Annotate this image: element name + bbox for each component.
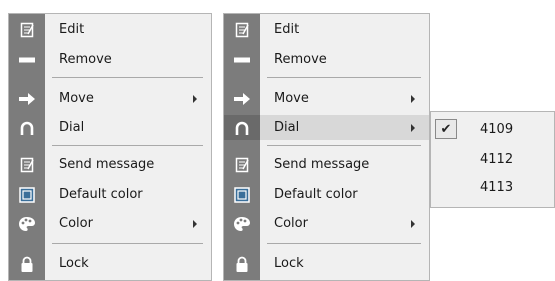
menu-item-edit[interactable]: Edit — [224, 17, 429, 42]
menu-separator — [267, 77, 421, 78]
lock-icon — [9, 251, 45, 276]
dial-submenu: ✔ 4109 4112 4113 — [430, 111, 555, 208]
menu-item-label: Dial — [59, 120, 85, 135]
menu-item-label: Default color — [274, 187, 358, 202]
submenu-item-4109[interactable]: ✔ 4109 — [431, 114, 554, 144]
menu-item-label: Lock — [59, 256, 89, 271]
menu-item-label: Edit — [274, 22, 300, 37]
edit-icon — [224, 17, 260, 42]
menu-item-label: Remove — [59, 52, 112, 67]
menu-item-default-color[interactable]: Default color — [9, 182, 211, 207]
submenu-item-label: 4109 — [480, 121, 514, 137]
dial-icon — [9, 115, 45, 140]
submenu-item-label: 4113 — [480, 179, 514, 195]
submenu-arrow-icon — [411, 94, 415, 103]
menu-item-move[interactable]: Move — [224, 86, 429, 111]
menu-item-color[interactable]: Color — [9, 211, 211, 236]
menu-item-label: Default color — [59, 187, 143, 202]
submenu-arrow-icon — [411, 219, 415, 228]
remove-icon — [224, 47, 260, 72]
menu-item-color[interactable]: Color — [224, 211, 429, 236]
context-menu-right: Edit Remove Move Dial Send message Defau… — [223, 13, 430, 281]
menu-item-label: Move — [59, 91, 94, 106]
send-message-icon — [9, 152, 45, 177]
menu-item-label: Dial — [274, 120, 300, 135]
menu-item-lock[interactable]: Lock — [9, 251, 211, 276]
menu-item-label: Move — [274, 91, 309, 106]
menu-item-dial[interactable]: Dial — [9, 115, 211, 140]
menu-item-label: Edit — [59, 22, 85, 37]
menu-separator — [52, 145, 203, 146]
menu-separator — [267, 145, 421, 146]
menu-item-label: Send message — [274, 157, 370, 172]
send-message-icon — [224, 152, 260, 177]
menu-item-lock[interactable]: Lock — [224, 251, 429, 276]
menu-item-label: Send message — [59, 157, 155, 172]
menu-item-dial[interactable]: Dial — [224, 115, 429, 140]
submenu-item-label: 4112 — [480, 151, 514, 167]
lock-icon — [224, 251, 260, 276]
default-color-icon — [224, 182, 260, 207]
edit-icon — [9, 17, 45, 42]
menu-item-label: Lock — [274, 256, 304, 271]
dial-icon — [224, 115, 260, 140]
menu-item-label: Color — [274, 216, 308, 231]
submenu-arrow-icon — [411, 123, 415, 132]
menu-item-edit[interactable]: Edit — [9, 17, 211, 42]
checkmark-icon: ✔ — [435, 119, 457, 139]
submenu-item-4112[interactable]: 4112 — [431, 144, 554, 174]
move-icon — [9, 86, 45, 111]
menu-item-default-color[interactable]: Default color — [224, 182, 429, 207]
menu-separator — [52, 243, 203, 244]
menu-item-label: Remove — [274, 52, 327, 67]
menu-separator — [267, 243, 421, 244]
default-color-icon — [9, 182, 45, 207]
menu-item-remove[interactable]: Remove — [224, 47, 429, 72]
submenu-arrow-icon — [193, 219, 197, 228]
menu-item-send-message[interactable]: Send message — [224, 152, 429, 177]
submenu-item-4113[interactable]: 4113 — [431, 172, 554, 202]
submenu-arrow-icon — [193, 94, 197, 103]
menu-separator — [52, 77, 203, 78]
menu-item-send-message[interactable]: Send message — [9, 152, 211, 177]
color-icon — [224, 211, 260, 236]
remove-icon — [9, 47, 45, 72]
move-icon — [224, 86, 260, 111]
menu-item-remove[interactable]: Remove — [9, 47, 211, 72]
menu-item-move[interactable]: Move — [9, 86, 211, 111]
context-menu-left: Edit Remove Move Dial Send message Defau… — [8, 13, 212, 281]
menu-item-label: Color — [59, 216, 93, 231]
color-icon — [9, 211, 45, 236]
